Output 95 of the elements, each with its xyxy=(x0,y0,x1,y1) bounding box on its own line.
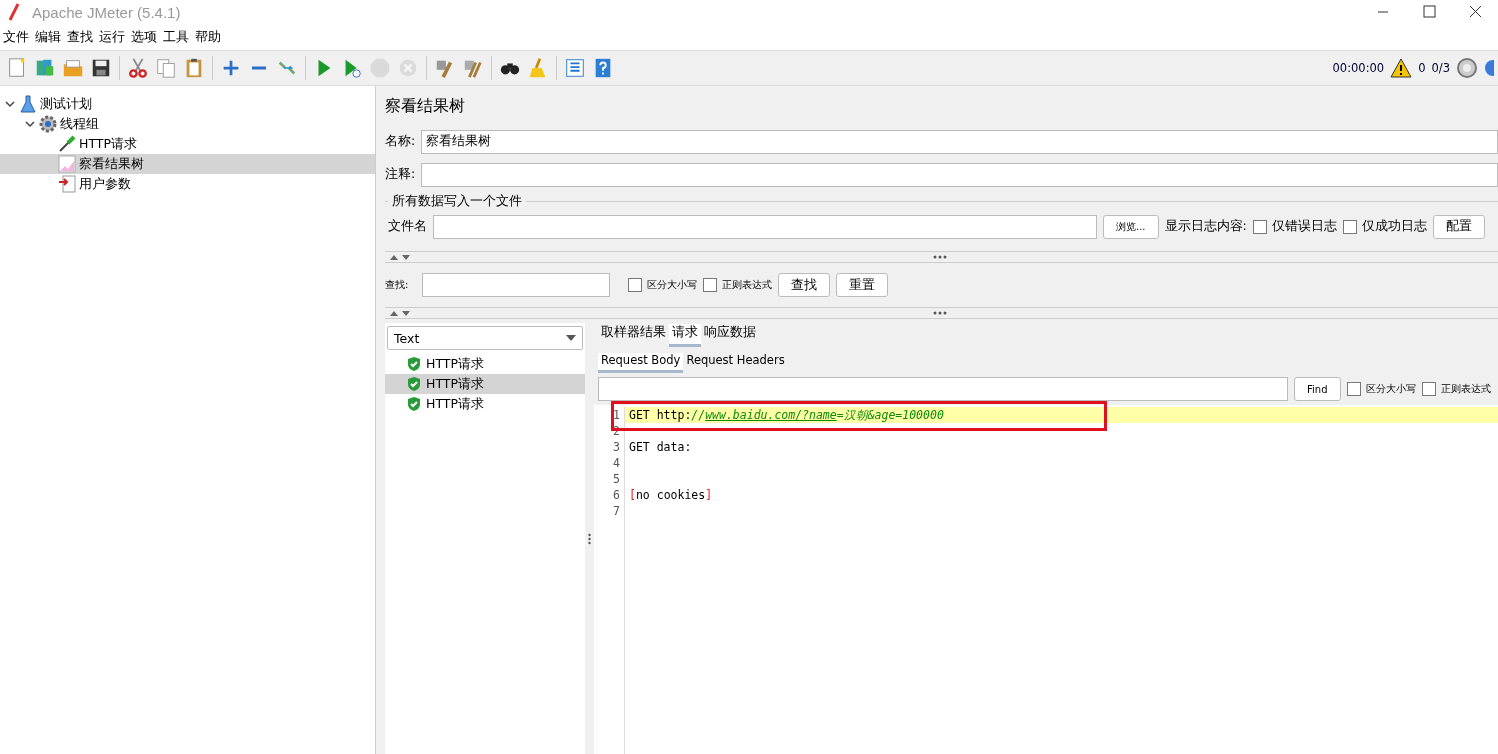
line-number: 5 xyxy=(612,471,620,487)
filename-field[interactable] xyxy=(433,214,1097,239)
filename-label: 文件名 xyxy=(388,218,427,235)
search-field[interactable] xyxy=(422,273,611,297)
success-shield-icon xyxy=(407,376,421,392)
collapse-arrows-icon[interactable] xyxy=(389,253,411,261)
checkbox[interactable] xyxy=(628,278,643,292)
splitter-grip-icon[interactable] xyxy=(588,532,591,545)
find-button[interactable]: Find xyxy=(1294,377,1341,401)
line-number: 4 xyxy=(612,455,620,471)
splitter-grip-icon[interactable] xyxy=(933,311,947,315)
menu-item[interactable]: 运行 xyxy=(96,28,128,46)
sample-label: HTTP请求 xyxy=(426,395,484,413)
scissors-icon xyxy=(127,57,149,79)
checkbox[interactable] xyxy=(703,278,718,292)
menu-item[interactable]: 编辑 xyxy=(32,28,64,46)
checkbox-label: 区分大小写 xyxy=(1365,382,1416,396)
feather-icon xyxy=(8,3,20,21)
error-count: 0 xyxy=(1418,61,1426,75)
document-arrow-icon xyxy=(58,175,76,193)
group-title: 所有数据写入一个文件 xyxy=(391,193,523,210)
checkbox[interactable] xyxy=(1342,219,1357,234)
comment-field[interactable] xyxy=(421,162,1498,187)
thread-count: 0/3 xyxy=(1431,61,1450,75)
search-label: 查找: xyxy=(385,278,409,292)
tab[interactable]: 响应数据 xyxy=(701,324,759,347)
tree-label: 线程组 xyxy=(60,115,99,133)
panel-title: 察看结果树 xyxy=(385,96,466,117)
renderer-dropdown[interactable]: Text xyxy=(387,326,583,350)
tree-node[interactable]: 察看结果树 xyxy=(0,154,375,174)
list-icon xyxy=(564,57,586,79)
sample-item[interactable]: HTTP请求 xyxy=(385,354,585,374)
caret-icon xyxy=(566,335,576,341)
tab[interactable]: 取样器结果 xyxy=(598,324,669,347)
minus-icon xyxy=(251,66,267,70)
tree-node[interactable]: 测试计划 xyxy=(0,94,375,114)
configure-button[interactable]: 配置 xyxy=(1432,214,1485,239)
pipette-icon xyxy=(58,135,76,153)
menu-item[interactable]: 查找 xyxy=(64,28,96,46)
flask-icon xyxy=(19,95,37,113)
tab[interactable]: Request Headers xyxy=(683,353,788,373)
tree-label: 察看结果树 xyxy=(79,155,144,173)
checkbox-label: 正则表达式 xyxy=(1440,382,1491,396)
gear-icon xyxy=(39,115,57,133)
tree-node[interactable]: HTTP请求 xyxy=(0,134,375,154)
chevron-down-icon[interactable] xyxy=(4,98,16,110)
code-line: [no cookies] xyxy=(629,488,713,502)
warning-icon[interactable] xyxy=(1390,57,1413,79)
x-circle-icon xyxy=(397,57,419,79)
find-field[interactable] xyxy=(598,377,1288,401)
checkbox-label: 仅成功日志 xyxy=(1361,218,1427,235)
collapse-arrows-icon[interactable] xyxy=(389,309,411,317)
sample-item[interactable]: HTTP请求 xyxy=(385,374,585,394)
name-field[interactable]: 察看结果树 xyxy=(421,129,1498,154)
tree-label: 测试计划 xyxy=(40,95,92,113)
sample-item[interactable]: HTTP请求 xyxy=(385,394,585,414)
menu-item[interactable]: 选项 xyxy=(128,28,160,46)
reset-button[interactable]: 重置 xyxy=(836,273,889,297)
checkbox[interactable] xyxy=(1252,219,1267,234)
line-number: 1 xyxy=(612,407,620,423)
graph-icon xyxy=(58,155,76,173)
tree-node[interactable]: 用户参数 xyxy=(0,174,375,194)
sample-label: HTTP请求 xyxy=(426,355,484,373)
tab[interactable]: Request Body xyxy=(598,353,684,373)
folder-icon xyxy=(62,57,84,79)
success-shield-icon xyxy=(407,356,421,372)
sample-label: HTTP请求 xyxy=(426,375,484,393)
tree-node[interactable]: 线程组 xyxy=(0,114,375,134)
line-number: 6 xyxy=(612,487,620,503)
copy-icon xyxy=(155,57,177,79)
log-label: 显示日志内容: xyxy=(1164,218,1247,235)
checkbox-label: 仅错误日志 xyxy=(1271,218,1337,235)
find-button[interactable]: 查找 xyxy=(778,273,831,297)
browse-button[interactable]: 浏览... xyxy=(1103,214,1159,239)
line-number: 3 xyxy=(612,439,620,455)
checkbox[interactable] xyxy=(1346,382,1361,396)
menu-item[interactable]: 文件 xyxy=(0,28,32,46)
menu-item[interactable]: 帮助 xyxy=(192,28,224,46)
window-title: Apache JMeter (5.4.1) xyxy=(32,3,181,21)
splitter-grip-icon[interactable] xyxy=(933,255,947,259)
code-line: GET data: xyxy=(629,440,692,454)
tab[interactable]: 请求 xyxy=(669,324,701,347)
checkbox-label: 区分大小写 xyxy=(647,278,698,292)
checkbox-label: 正则表达式 xyxy=(722,278,773,292)
chevron-down-icon[interactable] xyxy=(24,118,36,130)
line-number: 7 xyxy=(612,503,620,519)
menu-item[interactable]: 工具 xyxy=(160,28,192,46)
success-shield-icon xyxy=(407,396,421,412)
name-label: 名称: xyxy=(385,133,416,150)
code-line: GET http://www.baidu.com/?name=汉朝&age=100000 xyxy=(629,408,944,422)
elapsed-time: 00:00:00 xyxy=(1332,61,1385,75)
checkbox[interactable] xyxy=(1421,382,1436,396)
tree-label: HTTP请求 xyxy=(79,135,137,153)
tree-label: 用户参数 xyxy=(79,175,131,193)
comment-label: 注释: xyxy=(385,166,416,183)
